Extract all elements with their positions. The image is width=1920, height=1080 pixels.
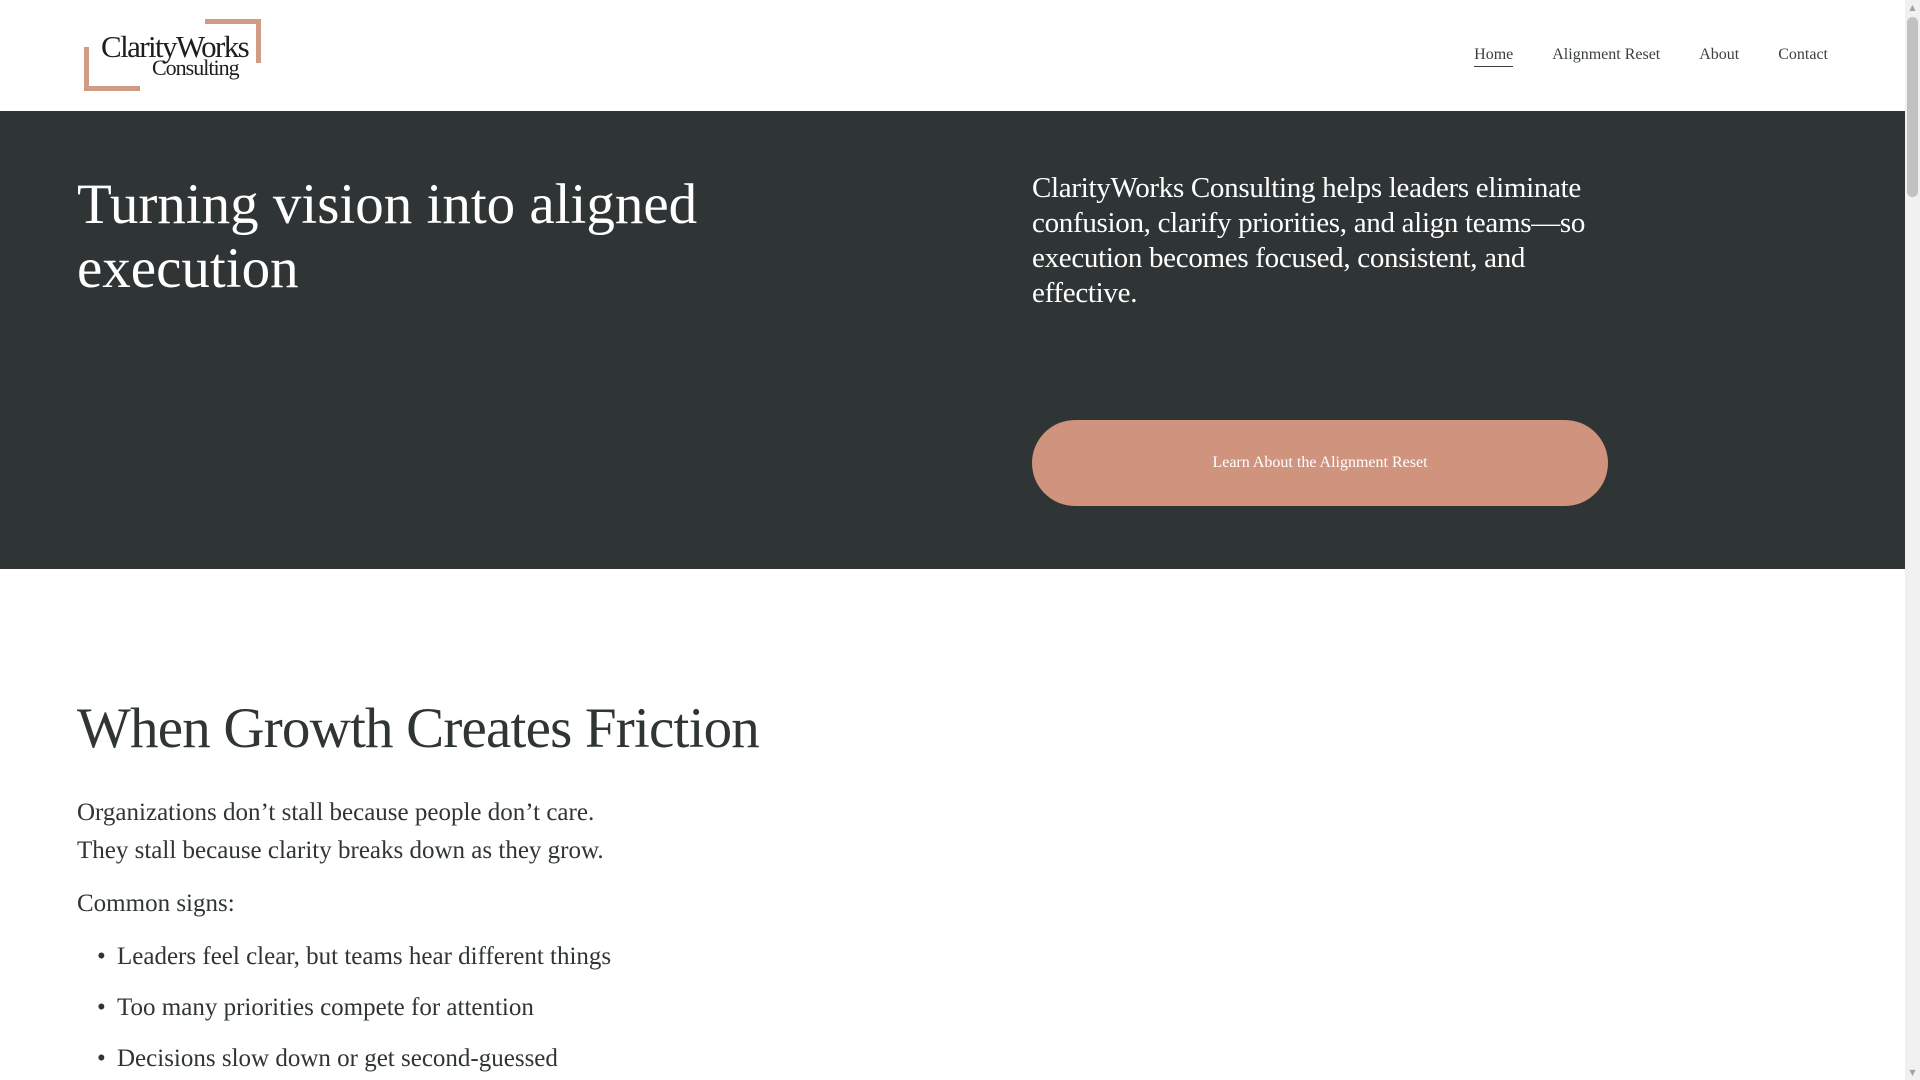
intro-line: They stall because clarity breaks down a… — [77, 837, 604, 864]
signs-label: Common signs: — [77, 890, 235, 917]
site-header: ClarityWorks Consulting Home Alignment R… — [0, 0, 1905, 111]
section-intro: Organizations don’t stall because people… — [77, 794, 604, 870]
scrollbar-thumb[interactable] — [1907, 17, 1918, 197]
list-item: • Decisions slow down or get second-gues… — [77, 1042, 611, 1080]
scroll-up-arrow-icon[interactable]: ▲ — [1905, 0, 1920, 15]
list-item-text: Decisions slow down or get second-guesse… — [117, 1045, 558, 1072]
list-item-text: Leaders feel clear, but teams hear diffe… — [117, 943, 612, 970]
hero-section: Turning vision into aligned execution Cl… — [0, 111, 1905, 569]
hero-title: Turning vision into aligned execution — [77, 173, 698, 300]
nav-about[interactable]: About — [1699, 44, 1739, 67]
learn-alignment-reset-button[interactable]: Learn About the Alignment Reset — [1032, 420, 1608, 506]
list-item: • Leaders feel clear, but teams hear dif… — [77, 940, 611, 991]
signs-list: • Leaders feel clear, but teams hear dif… — [77, 940, 611, 1080]
logo-text-line2: Consulting — [152, 55, 240, 80]
scroll-down-arrow-icon[interactable]: ▼ — [1905, 1065, 1920, 1080]
list-item: • Too many priorities compete for attent… — [77, 991, 611, 1042]
bullet-icon: • — [97, 994, 106, 1021]
nav-contact[interactable]: Contact — [1778, 44, 1828, 67]
logo[interactable]: ClarityWorks Consulting — [84, 19, 261, 91]
nav-home[interactable]: Home — [1474, 44, 1514, 67]
nav-alignment-reset[interactable]: Alignment Reset — [1552, 44, 1660, 67]
main-nav: Home Alignment Reset About Contact — [1474, 44, 1828, 67]
bullet-icon: • — [97, 943, 106, 970]
page: ClarityWorks Consulting Home Alignment R… — [0, 0, 1905, 1080]
hero-description: ClarityWorks Consulting helps leaders el… — [1032, 172, 1586, 309]
vertical-scrollbar[interactable]: ▲ ▼ — [1905, 0, 1920, 1080]
section-title: When Growth Creates Friction — [77, 697, 760, 760]
list-item-text: Too many priorities compete for attentio… — [117, 994, 534, 1021]
intro-line: Organizations don’t stall because people… — [77, 799, 595, 826]
bullet-icon: • — [97, 1045, 106, 1072]
